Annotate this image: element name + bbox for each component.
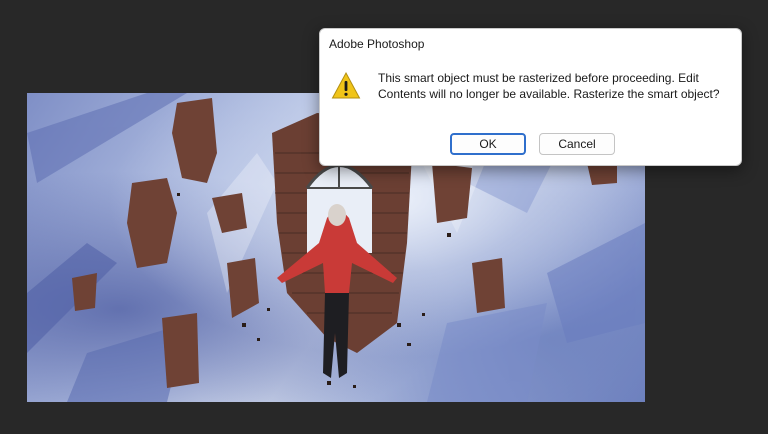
- cancel-button[interactable]: Cancel: [539, 133, 615, 155]
- ok-button[interactable]: OK: [450, 133, 526, 155]
- dialog-message-line-2: Contents will no longer be available. Ra…: [378, 87, 720, 101]
- dialog-message-line-1: This smart object must be rasterized bef…: [378, 71, 699, 85]
- warning-icon: [331, 71, 361, 99]
- dialog-message: This smart object must be rasterized bef…: [378, 70, 728, 102]
- dialog-title: Adobe Photoshop: [329, 37, 425, 51]
- rasterize-dialog: Adobe Photoshop This smart object must b…: [319, 28, 742, 166]
